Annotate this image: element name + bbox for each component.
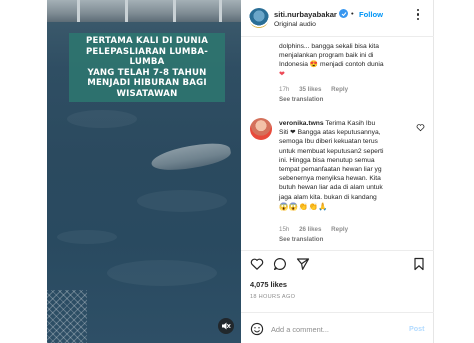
avatar[interactable] <box>249 8 269 28</box>
comment-line: Indonesia 😍 menjadi contoh dunia <box>279 61 384 69</box>
comment-first-line: veronika.twns Terima Kasih Ibu <box>279 119 425 128</box>
emoji-icon[interactable] <box>250 322 264 336</box>
heart-icon[interactable] <box>250 257 264 271</box>
post-details-panel: siti.nurbayabakar • Follow Original audi… <box>241 0 434 343</box>
comment-time: 15h <box>279 226 290 233</box>
post-author-username[interactable]: siti.nurbayabakar <box>274 10 337 19</box>
caption-line: WISATAWAN <box>116 88 178 99</box>
comments-list[interactable]: dolphins... bangga sekali bisa kita menj… <box>241 38 434 248</box>
comment-text: veronika.twns Terima Kasih Ibu Siti ❤ Ba… <box>279 119 425 211</box>
see-translation-link[interactable]: See translation <box>279 236 323 243</box>
comment-likes[interactable]: 35 likes <box>299 86 321 93</box>
post-comment-button[interactable]: Post <box>409 324 425 333</box>
comment-line: menjalankan program baik ini di <box>279 52 374 60</box>
post-actions-bar <box>241 250 434 272</box>
comment-line: tempat pemanfaatan hewan liar yg <box>279 166 382 174</box>
caption-line: PERTAMA KALI DI DUNIA <box>85 36 209 46</box>
caption-line: PELEPASLIARAN LUMBA-LUMBA <box>85 46 209 68</box>
likes-count[interactable]: 4,075 likes <box>250 280 287 289</box>
comment-meta: 15h 26 likes Reply <box>279 226 356 233</box>
instagram-post-modal: PERTAMA KALI DI DUNIA PELEPASLIARAN LUMB… <box>0 0 474 343</box>
comment-line: dolphins... bangga sekali bisa kita <box>279 43 380 50</box>
original-audio-link[interactable]: Original audio <box>274 21 316 28</box>
add-comment-input[interactable] <box>271 322 401 336</box>
verified-badge-icon <box>339 9 348 18</box>
comment-line: ini. Hingga bisa menutup semua <box>279 156 375 164</box>
speaker-muted-icon[interactable] <box>218 318 234 334</box>
red-heart-emoji: ❤ <box>279 70 285 78</box>
share-icon[interactable] <box>296 257 310 271</box>
comment-meta: 17h 35 likes Reply <box>279 86 356 93</box>
avatar[interactable] <box>250 118 272 140</box>
comment-line: semoga Ibu diberi kekuatan terus <box>279 138 378 146</box>
post-timestamp: 18 HOURS AGO <box>250 294 296 300</box>
fishing-net <box>47 290 87 343</box>
comment-text: dolphins... bangga sekali bisa kita menj… <box>279 42 425 79</box>
comment-line: butuh hewan liar ada di alam untuk <box>279 184 383 192</box>
comment-line: Siti ❤ Bangga atas keputusannya, <box>279 129 381 137</box>
dolphin <box>149 139 233 175</box>
comment-time: 17h <box>279 86 290 93</box>
caption-line: YANG TELAH 7-8 TAHUN <box>87 67 207 78</box>
comment-likes[interactable]: 26 likes <box>299 226 321 233</box>
bookmark-icon[interactable] <box>412 257 426 271</box>
post-header: siti.nurbayabakar • Follow Original audi… <box>241 0 434 37</box>
video-caption: PERTAMA KALI DI DUNIA PELEPASLIARAN LUMB… <box>69 33 225 102</box>
comment-line: Terima Kasih Ibu <box>325 120 376 127</box>
more-options-icon[interactable] <box>413 7 423 25</box>
comment-line: untuk membuat keputusan2 seperti <box>279 147 384 155</box>
dock-structure <box>47 0 241 22</box>
comment-emojis: 😱😱👏👏🙏 <box>279 201 329 211</box>
add-comment-bar: Post <box>241 312 434 343</box>
reply-button[interactable]: Reply <box>331 226 348 233</box>
comment-line: jaga alam kita. bukan di kandang <box>279 193 377 201</box>
see-translation-link[interactable]: See translation <box>279 96 323 103</box>
comment-icon[interactable] <box>273 257 287 271</box>
reply-button[interactable]: Reply <box>331 86 348 93</box>
separator-dot: • <box>351 9 354 18</box>
caption-line: MENJADI HIBURAN BAGI <box>87 78 207 88</box>
follow-button[interactable]: Follow <box>359 10 383 19</box>
comment-line: sebenernya menyiksa hewan. Kita <box>279 175 381 183</box>
comment-username[interactable]: veronika.twns <box>279 120 324 127</box>
comment-like-heart-icon[interactable] <box>416 123 425 132</box>
video-player[interactable]: PERTAMA KALI DI DUNIA PELEPASLIARAN LUMB… <box>47 0 241 343</box>
